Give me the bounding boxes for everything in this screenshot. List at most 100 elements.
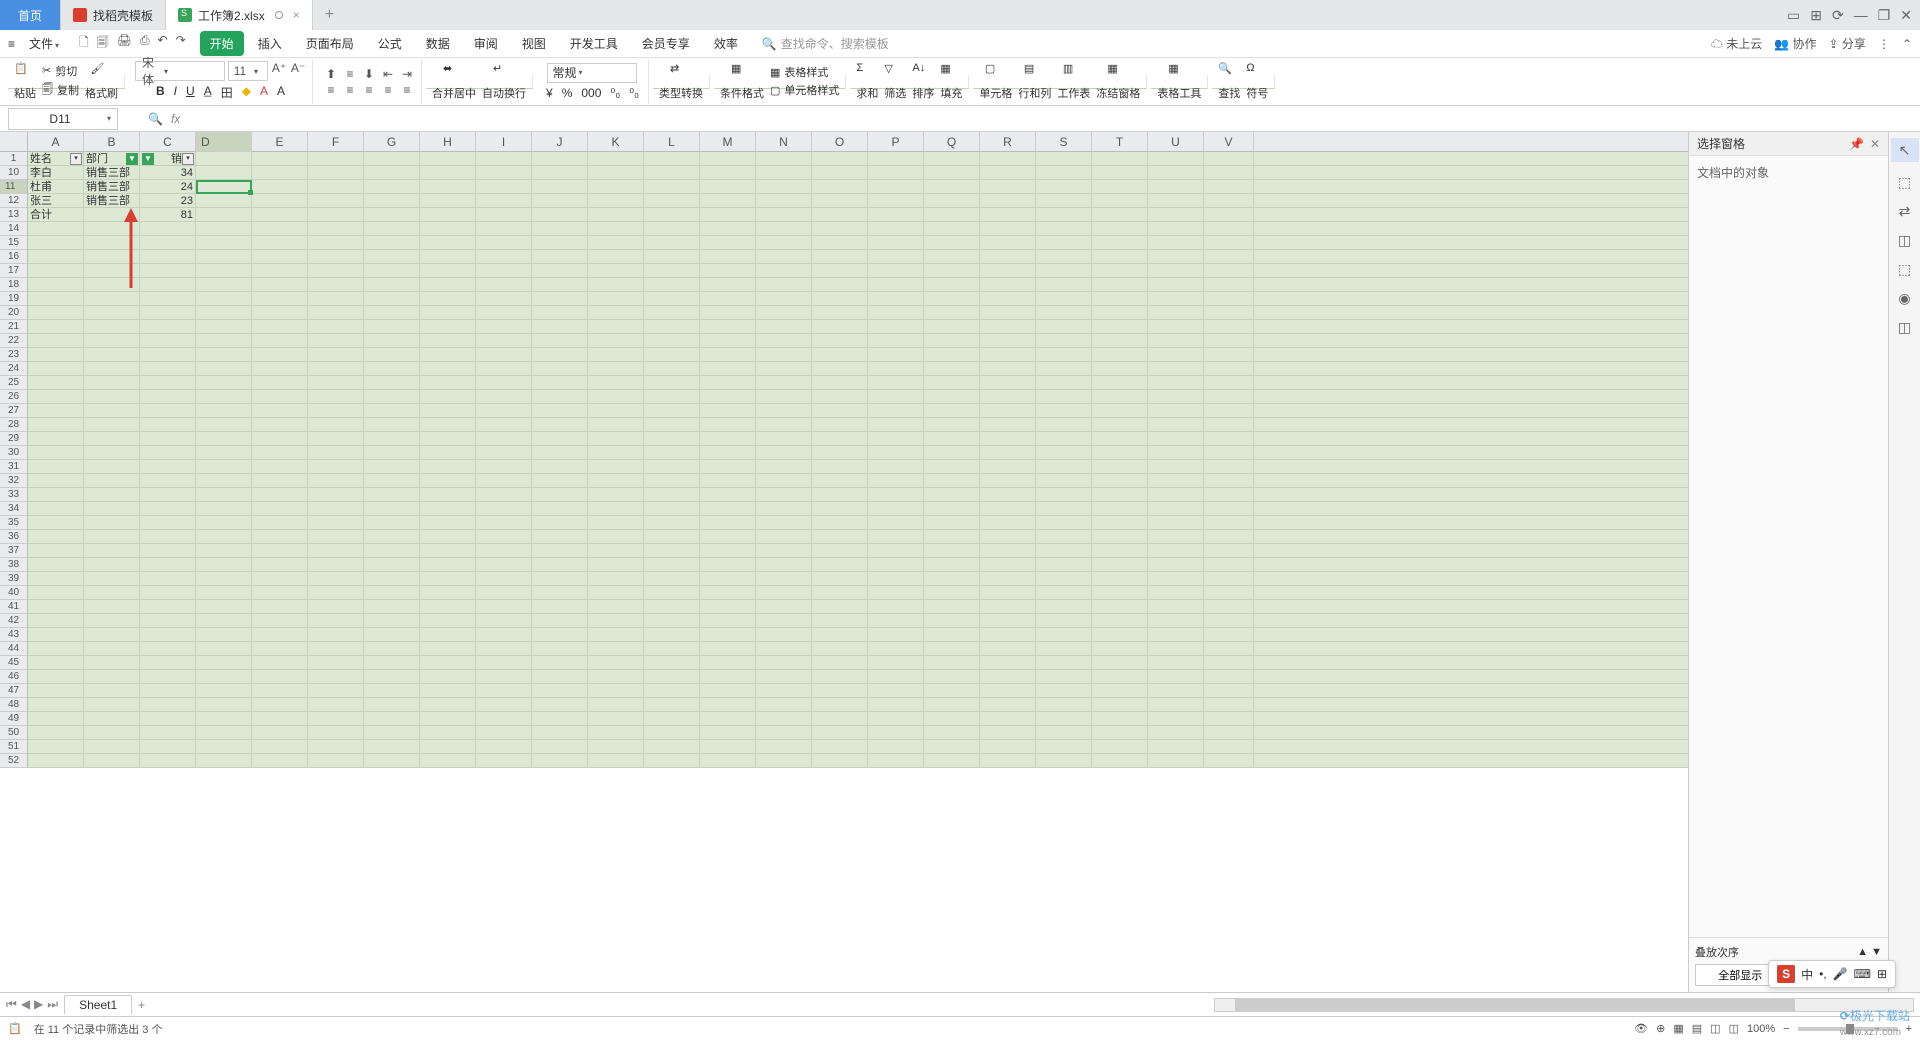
redo-icon[interactable]: ↷ — [176, 33, 186, 54]
cell[interactable] — [1036, 446, 1092, 460]
cell[interactable] — [868, 334, 924, 348]
cell[interactable] — [980, 180, 1036, 194]
font-effect-button[interactable]: A — [274, 83, 288, 102]
cell[interactable] — [868, 642, 924, 656]
cell[interactable] — [588, 544, 644, 558]
cell[interactable] — [924, 194, 980, 208]
cell[interactable] — [252, 334, 308, 348]
cell[interactable] — [812, 418, 868, 432]
cell[interactable] — [1092, 488, 1148, 502]
cell[interactable] — [1092, 432, 1148, 446]
cell[interactable] — [700, 222, 756, 236]
cell[interactable] — [756, 264, 812, 278]
cell[interactable] — [196, 572, 252, 586]
strip-icon-2[interactable]: ⇄ — [1899, 203, 1911, 220]
cell[interactable] — [252, 404, 308, 418]
col-header[interactable]: G — [364, 132, 420, 151]
cell[interactable] — [140, 544, 196, 558]
row-header[interactable]: 11 — [0, 180, 27, 194]
select-tool-icon[interactable]: ↖ — [1891, 138, 1919, 162]
cell[interactable] — [476, 712, 532, 726]
cell[interactable] — [420, 180, 476, 194]
cell[interactable] — [532, 614, 588, 628]
cell[interactable] — [420, 222, 476, 236]
cell[interactable] — [84, 572, 140, 586]
cell[interactable] — [1036, 348, 1092, 362]
cell[interactable] — [1204, 236, 1254, 250]
cell[interactable] — [476, 376, 532, 390]
cell[interactable] — [196, 642, 252, 656]
cell[interactable] — [1092, 544, 1148, 558]
cell[interactable] — [924, 558, 980, 572]
cell[interactable] — [1204, 362, 1254, 376]
cell[interactable] — [812, 712, 868, 726]
cell[interactable] — [812, 334, 868, 348]
cell[interactable] — [532, 306, 588, 320]
cell[interactable] — [252, 712, 308, 726]
cell[interactable] — [1092, 502, 1148, 516]
cell[interactable] — [924, 236, 980, 250]
cell[interactable] — [252, 684, 308, 698]
cell[interactable] — [700, 292, 756, 306]
fill-color-button[interactable]: ◆ — [239, 83, 254, 102]
cell[interactable] — [868, 222, 924, 236]
cell[interactable] — [868, 404, 924, 418]
cell[interactable] — [980, 516, 1036, 530]
cell[interactable] — [420, 236, 476, 250]
cell[interactable] — [84, 544, 140, 558]
cell[interactable] — [84, 320, 140, 334]
cell[interactable] — [868, 544, 924, 558]
cell[interactable] — [28, 656, 84, 670]
cell[interactable] — [364, 628, 420, 642]
cell[interactable] — [532, 530, 588, 544]
cell[interactable] — [28, 628, 84, 642]
cell[interactable] — [364, 376, 420, 390]
cell[interactable] — [924, 740, 980, 754]
cell[interactable] — [756, 278, 812, 292]
cell[interactable] — [700, 180, 756, 194]
cell[interactable] — [756, 418, 812, 432]
cell[interactable] — [700, 432, 756, 446]
cell[interactable] — [308, 292, 364, 306]
cell[interactable] — [1036, 250, 1092, 264]
cell[interactable] — [28, 516, 84, 530]
cell[interactable] — [1148, 166, 1204, 180]
cell[interactable]: 合计 — [28, 208, 84, 222]
col-header[interactable]: M — [700, 132, 756, 151]
ribbon-tab-0[interactable]: 开始 — [200, 31, 244, 56]
cell[interactable] — [644, 712, 700, 726]
cell[interactable] — [644, 754, 700, 768]
cell[interactable] — [532, 236, 588, 250]
undo-icon[interactable]: ↶ — [158, 33, 168, 54]
cell[interactable] — [1204, 320, 1254, 334]
cell[interactable] — [196, 614, 252, 628]
cell[interactable] — [476, 250, 532, 264]
cell[interactable] — [924, 684, 980, 698]
cell[interactable] — [588, 572, 644, 586]
cell[interactable] — [1148, 418, 1204, 432]
cell[interactable] — [924, 180, 980, 194]
cell[interactable] — [812, 348, 868, 362]
cell[interactable] — [644, 194, 700, 208]
cell[interactable] — [140, 502, 196, 516]
cell[interactable]: 24 — [140, 180, 196, 194]
cell[interactable] — [196, 208, 252, 222]
cell[interactable] — [1092, 334, 1148, 348]
cell[interactable] — [252, 376, 308, 390]
cell[interactable] — [868, 698, 924, 712]
cell[interactable] — [1036, 530, 1092, 544]
cell[interactable] — [476, 320, 532, 334]
cell[interactable] — [420, 194, 476, 208]
cell[interactable] — [308, 502, 364, 516]
cell[interactable] — [1036, 236, 1092, 250]
cell[interactable] — [1204, 572, 1254, 586]
cell[interactable] — [588, 152, 644, 166]
cell[interactable] — [476, 362, 532, 376]
cell[interactable] — [364, 712, 420, 726]
cell[interactable] — [308, 530, 364, 544]
cell[interactable] — [252, 460, 308, 474]
cell[interactable] — [924, 516, 980, 530]
cell[interactable] — [308, 740, 364, 754]
cell[interactable] — [700, 236, 756, 250]
cell[interactable] — [756, 180, 812, 194]
